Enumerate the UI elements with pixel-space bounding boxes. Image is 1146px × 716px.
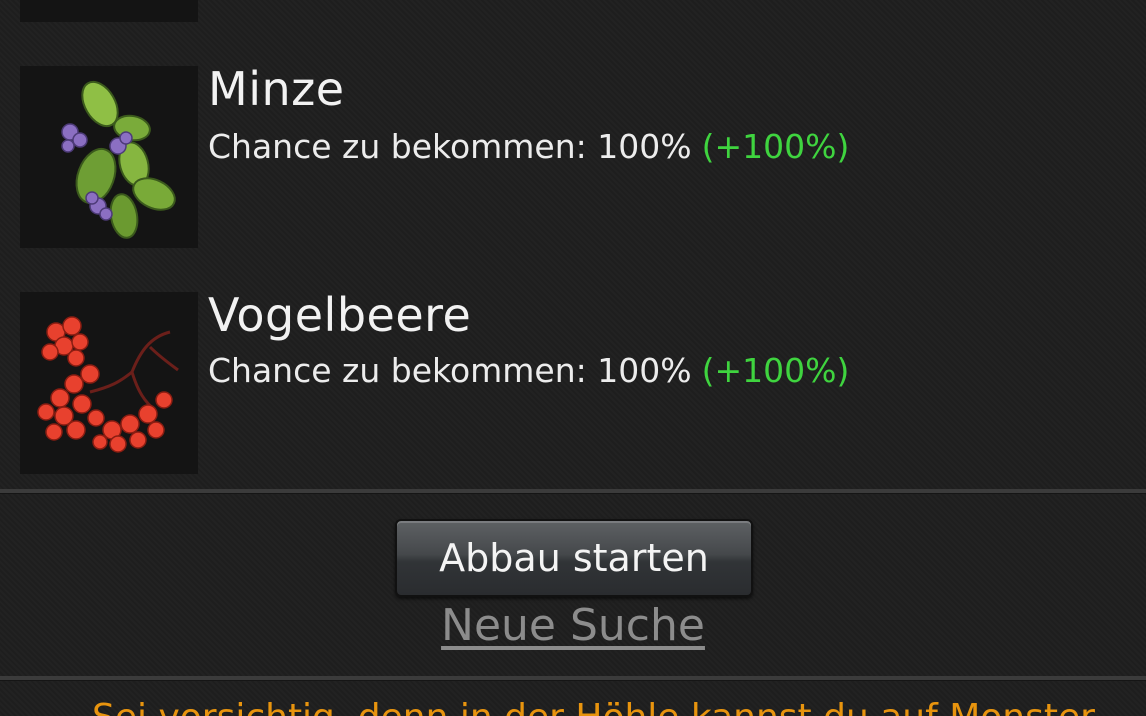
start-mining-button[interactable]: Abbau starten bbox=[395, 519, 753, 597]
new-search-link[interactable]: Neue Suche bbox=[441, 600, 705, 651]
resource-chance: Chance zu bekommen: 100% (+100%) bbox=[208, 354, 849, 387]
resource-item-minze: Minze Chance zu bekommen: 100% (+100%) bbox=[0, 66, 1146, 248]
previous-resource-thumbnail bbox=[20, 0, 198, 22]
chance-bonus: (+100%) bbox=[701, 351, 850, 390]
resource-name: Vogelbeere bbox=[208, 288, 472, 342]
rowanberry-icon bbox=[20, 292, 198, 474]
section-divider bbox=[0, 676, 1146, 681]
resource-item-vogelbeere: Vogelbeere Chance zu bekommen: 100% (+100… bbox=[0, 292, 1146, 474]
resource-name: Minze bbox=[208, 62, 345, 116]
new-search-row: Neue Suche bbox=[0, 600, 1146, 651]
section-divider bbox=[0, 489, 1146, 494]
cave-warning-text: Sei vorsichtig, denn in der Höhle kannst… bbox=[92, 700, 1095, 716]
resource-chance: Chance zu bekommen: 100% (+100%) bbox=[208, 130, 849, 163]
chance-bonus: (+100%) bbox=[701, 127, 850, 166]
mining-screen: Minze Chance zu bekommen: 100% (+100%) V… bbox=[0, 0, 1146, 716]
chance-label: Chance zu bekommen: 100% bbox=[208, 127, 692, 166]
mint-leaves-icon bbox=[20, 66, 198, 248]
chance-label: Chance zu bekommen: 100% bbox=[208, 351, 692, 390]
